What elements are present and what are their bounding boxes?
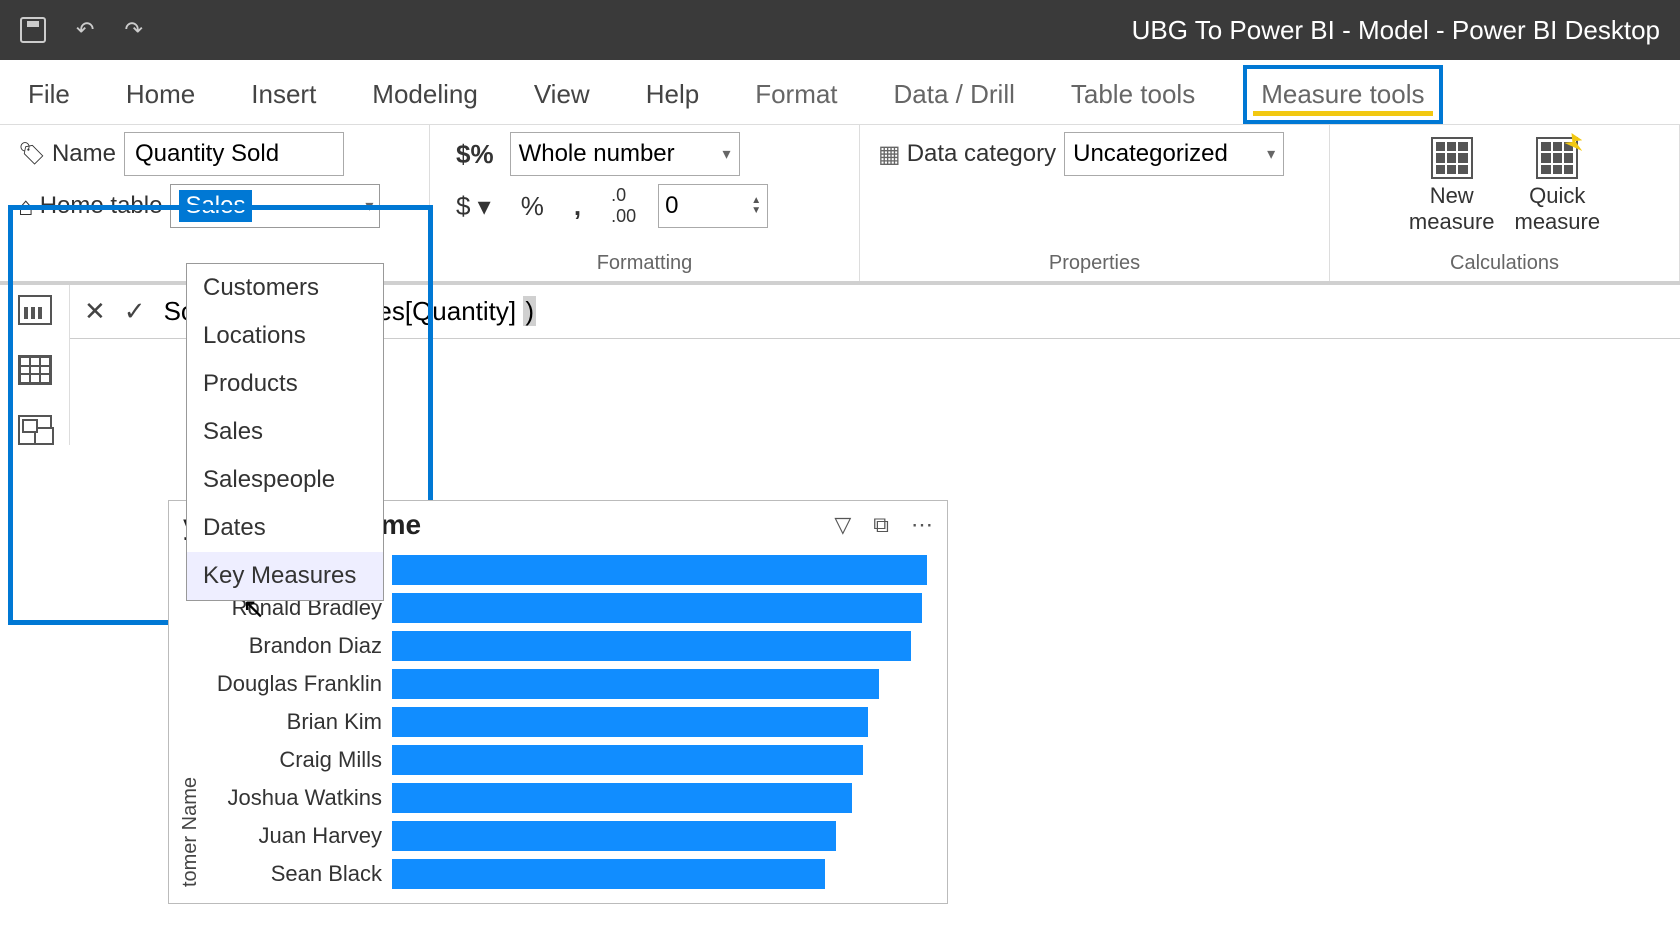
format-type-icon: $% [448,135,502,174]
dropdown-item[interactable]: Products [187,360,383,408]
bar-row: Joshua Watkins [202,779,927,817]
ribbon-body: Name Home table Sales ▾ $% Whole number▾ [0,125,1680,285]
bar-fill[interactable] [392,707,868,737]
tab-view[interactable]: View [526,65,598,124]
group-label-calculations: Calculations [1348,252,1661,277]
bar-fill[interactable] [392,859,825,889]
home-icon [18,191,34,222]
data-category-select[interactable]: Uncategorized▾ [1064,132,1284,176]
view-switcher [0,285,70,445]
home-table-value: Sales [179,190,251,222]
ribbon-group-calculations: Newmeasure Quickmeasure Calculations [1330,125,1680,281]
dropdown-item[interactable]: Salespeople [187,456,383,504]
bar-label: Brian Kim [202,709,392,735]
bar-row: Sean Black [202,855,927,893]
window-title: UBG To Power BI - Model - Power BI Deskt… [1132,15,1660,46]
bar-row: Brandon Diaz [202,627,927,665]
decimals-stepper[interactable]: 0 ▲▼ [658,184,768,228]
ribbon-group-formatting: $% Whole number▾ $ ▾ % , .0.00 0 ▲▼ Form… [430,125,860,281]
dropdown-item[interactable]: Sales [187,408,383,456]
chevron-down-icon: ▾ [365,196,373,216]
dropdown-item[interactable]: Locations [187,312,383,360]
bar-row: Brian Kim [202,703,927,741]
name-input[interactable] [124,132,344,176]
dropdown-item[interactable]: Customers [187,264,383,312]
tab-help[interactable]: Help [638,65,707,124]
tab-modeling[interactable]: Modeling [364,65,486,124]
bar-row: Douglas Franklin [202,665,927,703]
focus-mode-icon[interactable]: ⧉ [873,512,889,538]
data-category-label: Data category [878,140,1056,169]
bar-row: Craig Mills [202,741,927,779]
group-label-formatting: Formatting [448,252,841,277]
ribbon-group-properties: Data category Uncategorized▾ Properties [860,125,1330,281]
quick-measure-button[interactable]: Quickmeasure [1515,137,1601,235]
bar-fill[interactable] [392,821,836,851]
comma-format-button[interactable]: , [566,187,589,226]
tab-insert[interactable]: Insert [243,65,324,124]
model-view-icon[interactable] [18,415,52,445]
commit-formula-icon[interactable]: ✓ [124,296,146,327]
tab-home[interactable]: Home [118,65,203,124]
percent-format-button[interactable]: % [513,187,552,226]
tab-table-tools[interactable]: Table tools [1063,65,1203,124]
category-icon [878,140,901,169]
bar-label: Brandon Diaz [202,633,392,659]
titlebar: ↶ ↷ UBG To Power BI - Model - Power BI D… [0,0,1680,60]
bar-row: Juan Harvey [202,817,927,855]
home-table-select[interactable]: Sales ▾ [170,184,380,228]
chevron-down-icon[interactable]: ▼ [751,206,761,216]
bar-label: Joshua Watkins [202,785,392,811]
tab-format[interactable]: Format [747,65,845,124]
dropdown-item[interactable]: Key Measures [187,552,383,600]
group-label-properties: Properties [878,252,1311,277]
bar-fill[interactable] [392,783,852,813]
bar-label: Sean Black [202,861,392,887]
currency-format-button[interactable]: $ ▾ [448,187,499,226]
tag-icon [18,140,46,168]
tab-measure-tools[interactable]: Measure tools [1243,65,1442,124]
chevron-down-icon: ▾ [1267,144,1275,164]
bar-fill[interactable] [392,593,922,623]
y-axis-title: tomer Name [179,771,202,893]
save-icon[interactable] [20,17,46,43]
cancel-formula-icon[interactable]: ✕ [84,296,106,327]
undo-icon[interactable]: ↶ [76,17,94,43]
more-options-icon[interactable]: ⋯ [911,512,933,538]
filter-icon[interactable]: ▽ [834,512,851,538]
bar-label: Juan Harvey [202,823,392,849]
tab-data-drill[interactable]: Data / Drill [886,65,1023,124]
dropdown-item[interactable]: Dates [187,504,383,552]
bar-label: Craig Mills [202,747,392,773]
format-type-select[interactable]: Whole number▾ [510,132,740,176]
bar-fill[interactable] [392,669,879,699]
calculator-icon [1431,137,1473,179]
calculator-quick-icon [1536,137,1578,179]
data-view-icon[interactable] [18,355,52,385]
decimal-format-button[interactable]: .0.00 [603,181,644,231]
ribbon-group-structure: Name Home table Sales ▾ [0,125,430,281]
bar-fill[interactable] [392,745,863,775]
ribbon-tabs: File Home Insert Modeling View Help Form… [0,60,1680,125]
home-table-dropdown-list[interactable]: Customers Locations Products Sales Sales… [186,263,384,601]
home-table-label: Home table [18,191,162,222]
bar-label: Douglas Franklin [202,671,392,697]
report-view-icon[interactable] [18,295,52,325]
redo-icon[interactable]: ↷ [124,17,142,43]
new-measure-button[interactable]: Newmeasure [1409,137,1495,235]
bar-fill[interactable] [392,555,927,585]
name-label: Name [18,140,116,168]
tab-file[interactable]: File [20,65,78,124]
chevron-down-icon: ▾ [723,144,731,164]
bar-fill[interactable] [392,631,911,661]
bar-chart: …ghtRonald BradleyBrandon DiazDouglas Fr… [202,551,927,893]
